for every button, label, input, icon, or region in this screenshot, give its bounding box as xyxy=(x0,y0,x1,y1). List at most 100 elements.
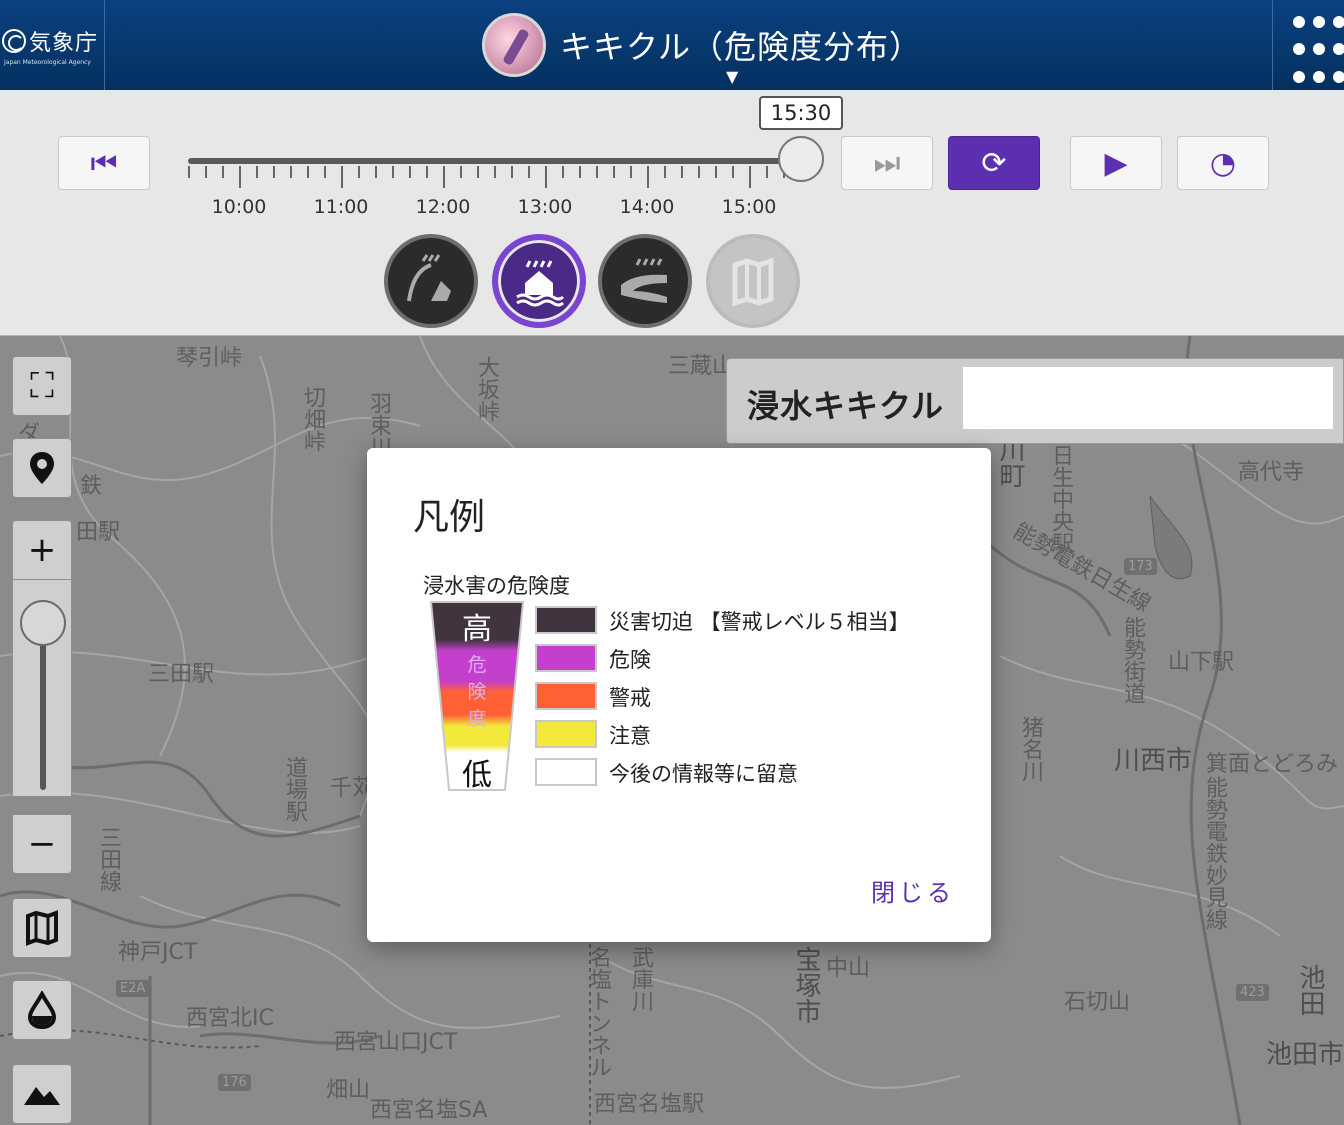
map-label: 武庫川 xyxy=(628,946,653,1012)
app-title-dropdown[interactable]: キキクル（危険度分布） ▼ xyxy=(482,12,923,86)
scale-high-label: 高 xyxy=(462,612,492,647)
logo-subtext: Japan Meteorological Agency xyxy=(4,58,91,66)
timeline-tick xyxy=(188,166,190,178)
timeline-tick xyxy=(409,166,411,178)
timeline-tick xyxy=(426,166,428,178)
app-header: 気象庁 Japan Meteorological Agency キキクル（危険度… xyxy=(0,0,1344,90)
app-menu-button[interactable] xyxy=(1272,0,1344,90)
map-label: 田駅 xyxy=(76,520,121,545)
play-button[interactable]: ▶ xyxy=(1070,136,1162,190)
map-label: 切畑峠 xyxy=(300,386,325,452)
fullscreen-button[interactable]: ⛶ xyxy=(12,356,72,416)
fullscreen-icon: ⛶ xyxy=(30,366,54,406)
timeline-tick xyxy=(749,166,751,188)
basemap-button[interactable] xyxy=(12,898,72,958)
close-button[interactable]: 閉じる xyxy=(871,873,955,908)
scale-low-label: 低 xyxy=(462,758,492,793)
minus-icon: − xyxy=(27,824,57,864)
menu-dot-icon xyxy=(1333,16,1344,28)
map-title-panel: 浸水キキクル xyxy=(726,358,1344,444)
timeline-tick xyxy=(324,166,326,178)
timeline-tick xyxy=(273,166,275,178)
map-label: 名塩トンネル xyxy=(586,946,611,1078)
landslide-icon xyxy=(407,254,451,302)
map-label: 宝塚市 xyxy=(791,946,821,1024)
map-label: 川西市 xyxy=(1114,746,1193,776)
flood-icon xyxy=(621,258,667,303)
map-mode-button[interactable] xyxy=(706,234,800,328)
water-layer-button[interactable] xyxy=(12,980,72,1040)
zoom-out-button[interactable]: − xyxy=(12,814,72,874)
route-shield: 173 xyxy=(1124,558,1157,575)
speedometer-icon: ◔ xyxy=(1209,145,1237,181)
timeline-tick xyxy=(392,166,394,178)
flood-mode-button[interactable] xyxy=(598,234,692,328)
timeline-tick-label: 13:00 xyxy=(517,196,573,218)
legend-label: 今後の情報等に留意 xyxy=(609,762,798,786)
timeline-tick xyxy=(307,166,309,178)
play-icon: ▶ xyxy=(1104,145,1128,181)
locate-button[interactable] xyxy=(12,438,72,498)
current-time-badge: 15:30 xyxy=(759,96,843,130)
scale-mid-char: 険 xyxy=(467,681,487,703)
landslide-mode-button[interactable] xyxy=(384,234,478,328)
timeline-tick xyxy=(239,166,241,188)
legend-swatch xyxy=(535,606,597,634)
menu-dot-icon xyxy=(1313,16,1325,28)
map-label: 大坂峠 xyxy=(474,356,499,422)
timeline-tick xyxy=(358,166,360,178)
water-drop-icon xyxy=(27,991,57,1029)
inundation-mode-button[interactable] xyxy=(492,234,586,328)
legend-label: 警戒 xyxy=(609,686,651,710)
timeline-tick xyxy=(460,166,462,178)
japan-map-icon xyxy=(482,13,546,77)
legend-label: 災害切迫 【警戒レベル５相当】 xyxy=(609,610,910,634)
legend-swatch xyxy=(535,758,597,786)
map-label: 山下駅 xyxy=(1168,650,1235,675)
timeline-thumb[interactable] xyxy=(778,136,824,182)
timeline-tick xyxy=(443,166,445,188)
timeline-tick xyxy=(511,166,513,178)
timeline-tick xyxy=(528,166,530,178)
timeline-track[interactable] xyxy=(188,158,800,164)
first-time-button[interactable]: ⏮ xyxy=(58,136,150,190)
map-label: 琴引峠 xyxy=(176,346,243,371)
timeline-tick xyxy=(732,166,734,178)
map-label: 三蔵山 xyxy=(668,354,735,379)
map-icon xyxy=(26,910,58,946)
latest-button[interactable]: ⟳ xyxy=(948,136,1040,190)
app-title: キキクル（危険度分布） xyxy=(560,28,923,66)
map-label: 畑山 xyxy=(326,1078,371,1103)
menu-dot-icon xyxy=(1293,16,1305,28)
timeline-tick xyxy=(647,166,649,188)
zoom-slider[interactable] xyxy=(12,580,72,796)
zoom-knob[interactable] xyxy=(20,600,66,646)
timeline-tick xyxy=(494,166,496,178)
risk-scale: 高 危 険 度 低 xyxy=(429,600,525,793)
map-label: 石切山 xyxy=(1064,990,1131,1015)
terrain-button[interactable] xyxy=(12,1064,72,1124)
menu-dot-icon xyxy=(1313,70,1325,83)
speed-button[interactable]: ◔ xyxy=(1177,136,1269,190)
timeline-tick xyxy=(698,166,700,178)
timeline-tick xyxy=(256,166,258,178)
map-label: 道場駅 xyxy=(282,756,307,822)
map-label: 西宮名塩SA xyxy=(370,1098,488,1123)
map-label: 箕面とどろみ xyxy=(1206,752,1339,777)
timeline-tick xyxy=(630,166,632,178)
map-label: 西宮北IC xyxy=(186,1006,274,1031)
legend-dialog: 凡例 浸水害の危険度 高 危 険 度 低 災害切迫 【警戒レベル５相当】 危険 … xyxy=(367,448,991,942)
map-title-value-box xyxy=(963,367,1333,429)
location-pin-icon xyxy=(30,452,54,484)
zoom-in-button[interactable]: + xyxy=(12,520,72,580)
inundation-icon xyxy=(516,260,565,307)
timeline-tick xyxy=(715,166,717,178)
legend-label: 危険 xyxy=(609,648,651,672)
timeline-tick-label: 15:00 xyxy=(721,196,777,218)
timeline-tick xyxy=(205,166,207,178)
scale-mid-char: 度 xyxy=(467,708,487,730)
timeline-tick xyxy=(562,166,564,178)
legend-swatch xyxy=(535,720,597,748)
jma-logo[interactable]: 気象庁 Japan Meteorological Agency xyxy=(0,0,105,90)
last-time-button[interactable]: ⏭ xyxy=(841,136,933,190)
